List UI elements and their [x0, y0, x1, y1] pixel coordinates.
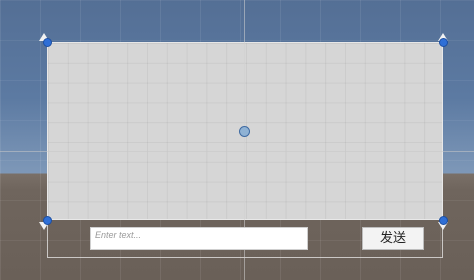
horizontal-guide-line	[0, 151, 474, 152]
send-button[interactable]: 发送	[362, 227, 424, 250]
pivot-handle[interactable]	[239, 126, 250, 137]
message-input[interactable]: Enter text...	[90, 227, 308, 250]
corner-handle-bottom-left[interactable]	[43, 216, 52, 225]
corner-handle-top-right[interactable]	[439, 38, 448, 47]
send-button-label: 发送	[379, 231, 406, 246]
input-placeholder: Enter text...	[95, 230, 142, 240]
corner-handle-bottom-right[interactable]	[439, 216, 448, 225]
corner-handle-top-left[interactable]	[43, 38, 52, 47]
